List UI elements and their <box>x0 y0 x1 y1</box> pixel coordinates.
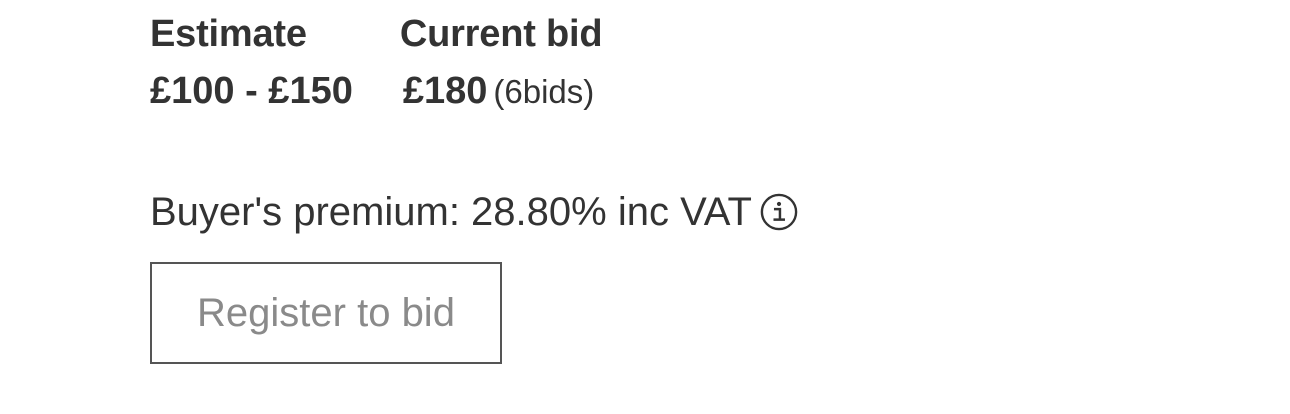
current-bid-amount: £180 <box>402 70 488 112</box>
current-bid-value: £180 (6bids) <box>400 69 603 114</box>
estimate-label: Estimate <box>150 13 307 55</box>
lot-bidding-panel: Estimate £100 - £150 Current bid £180 (6b… <box>150 0 1250 414</box>
info-icon[interactable] <box>760 193 798 231</box>
bid-stats: Estimate £100 - £150 Current bid £180 (6b… <box>150 12 1250 114</box>
estimate-value: £100 - £150 <box>150 70 353 112</box>
buyers-premium-row: Buyer's premium: 28.80% inc VAT <box>150 188 1250 236</box>
register-to-bid-button[interactable]: Register to bid <box>150 262 502 364</box>
buyers-premium-text: Buyer's premium: 28.80% inc VAT <box>150 190 752 234</box>
bid-count: (6bids) <box>493 73 595 110</box>
estimate-stat: Estimate £100 - £150 <box>150 12 353 114</box>
current-bid-stat: Current bid £180 (6bids) <box>400 12 603 114</box>
current-bid-label: Current bid <box>399 13 603 55</box>
